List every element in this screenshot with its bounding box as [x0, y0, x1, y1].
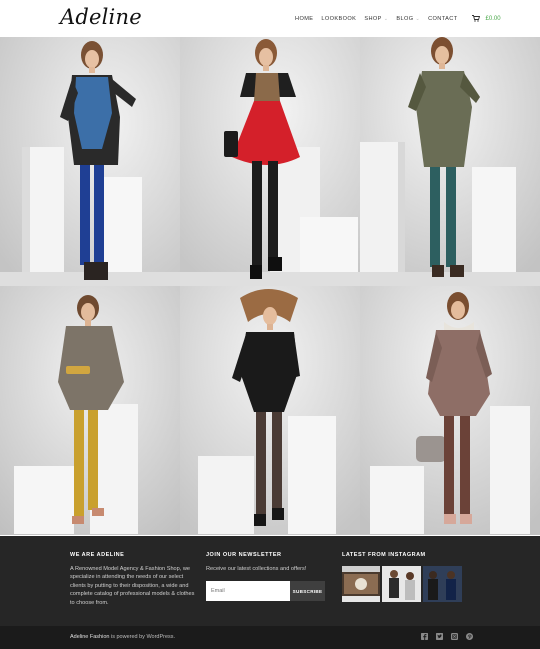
nav-lookbook[interactable]: Lookbook: [321, 16, 356, 22]
site-logo[interactable]: Adeline: [60, 5, 142, 29]
model-photo: [180, 286, 360, 535]
nav-blog[interactable]: Blog ⌄: [396, 16, 420, 22]
nav-lookbook-label: Lookbook: [321, 15, 357, 22]
cart-total: £0.00: [485, 15, 501, 22]
instagram-photo-3: [423, 566, 462, 602]
about-text: A Renowned Model Agency & Fashion Shop, …: [70, 566, 195, 606]
instagram-thumb-3[interactable]: [423, 566, 462, 602]
bottom-bar: Adeline Fashion is powered by WordPress.: [0, 626, 540, 649]
instagram-photo-1: [342, 566, 380, 602]
instagram-section: Latest From Instagram: [342, 552, 472, 602]
newsletter-text: Receive our latest collections and offer…: [206, 566, 307, 572]
social-links: [421, 633, 473, 640]
model-photo: [180, 37, 360, 286]
site-footer: We Are Adeline A Renowned Model Agency &…: [0, 536, 540, 626]
cart-icon: [471, 15, 480, 22]
powered-by-text: is powered by WordPress.: [109, 634, 176, 640]
main-nav: Home Lookbook Shop ⌄ Blog ⌄ Contact £0.00: [295, 15, 501, 22]
nav-shop[interactable]: Shop ⌄: [364, 16, 388, 22]
instagram-photo-2: [382, 566, 421, 602]
newsletter-form: SUBSCRIBE: [206, 581, 325, 601]
nav-home-label: Home: [295, 15, 314, 22]
nav-home[interactable]: Home: [295, 16, 313, 22]
chevron-down-icon: ⌄: [383, 15, 389, 22]
gallery-tile-1[interactable]: [0, 37, 180, 286]
pinterest-icon[interactable]: [466, 633, 473, 640]
model-photo: [360, 286, 540, 535]
about-section: We Are Adeline A Renowned Model Agency &…: [70, 552, 195, 607]
instagram-title: Latest From Instagram: [342, 552, 426, 558]
email-field[interactable]: [206, 581, 290, 601]
model-photo: [0, 37, 180, 286]
nav-blog-label: Blog: [396, 15, 414, 22]
model-photo: [360, 37, 540, 286]
twitter-icon[interactable]: [436, 633, 443, 640]
instagram-grid: [342, 566, 472, 602]
instagram-thumb-2[interactable]: [382, 566, 421, 602]
cart-link[interactable]: £0.00: [471, 15, 501, 22]
copyright-text: Adeline Fashion is powered by WordPress.: [70, 634, 175, 640]
site-header: Adeline Home Lookbook Shop ⌄ Blog ⌄ Contac…: [0, 0, 540, 37]
newsletter-title: Join Our Newsletter: [206, 552, 282, 558]
brand-link[interactable]: Adeline Fashion: [70, 634, 109, 640]
gallery-tile-2[interactable]: [180, 37, 360, 286]
nav-shop-label: Shop: [364, 15, 382, 22]
lookbook-gallery: [0, 37, 540, 536]
gallery-tile-3[interactable]: [360, 37, 540, 286]
subscribe-button[interactable]: SUBSCRIBE: [290, 581, 325, 601]
about-title: We Are Adeline: [70, 552, 125, 558]
nav-contact-label: Contact: [428, 15, 458, 22]
chevron-down-icon: ⌄: [415, 15, 421, 22]
gallery-tile-6[interactable]: [360, 286, 540, 535]
gallery-tile-5[interactable]: [180, 286, 360, 535]
model-photo: [0, 286, 180, 535]
newsletter-section: Join Our Newsletter Receive our latest c…: [206, 552, 328, 601]
gallery-tile-4[interactable]: [0, 286, 180, 535]
instagram-icon[interactable]: [451, 633, 458, 640]
instagram-thumb-1[interactable]: [342, 566, 380, 602]
facebook-icon[interactable]: [421, 633, 428, 640]
nav-contact[interactable]: Contact: [428, 16, 457, 22]
